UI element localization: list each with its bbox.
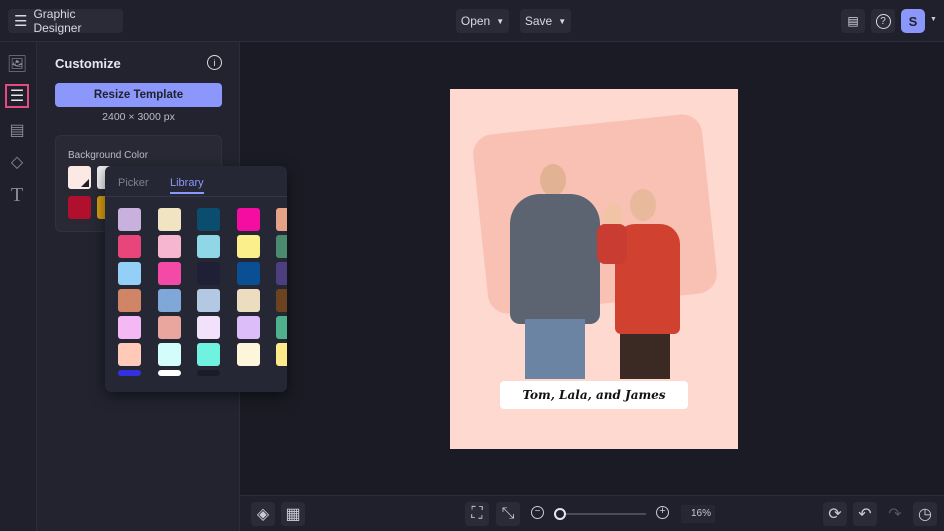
- canvas-area: Tom, Lala, and James: [240, 42, 944, 495]
- caption-text: Tom, Lala, and James: [522, 388, 666, 402]
- avatar-initial: S: [908, 13, 918, 29]
- color-swatch[interactable]: [157, 343, 181, 366]
- open-label: Open: [460, 14, 491, 28]
- caption-banner: Tom, Lala, and James: [500, 381, 688, 409]
- color-swatch[interactable]: [197, 208, 221, 231]
- help-button[interactable]: ?: [871, 9, 895, 33]
- color-swatch[interactable]: [197, 316, 221, 339]
- left-nav: 🖼 ☰ ▤ ◇ T: [0, 42, 37, 531]
- save-label: Save: [524, 14, 553, 28]
- color-swatch[interactable]: [157, 208, 181, 231]
- color-swatch[interactable]: [118, 289, 141, 312]
- color-swatch[interactable]: [157, 289, 181, 312]
- undo-button[interactable]: ↶: [853, 502, 877, 526]
- zoom-slider-handle[interactable]: [554, 508, 566, 520]
- color-swatch[interactable]: [276, 343, 287, 366]
- color-swatch[interactable]: [276, 289, 287, 312]
- refresh-icon: ⟳: [828, 506, 842, 523]
- customize-sliders-icon[interactable]: ☰: [5, 84, 29, 108]
- color-swatch[interactable]: [197, 289, 221, 312]
- design-canvas[interactable]: Tom, Lala, and James: [450, 89, 738, 449]
- color-swatch[interactable]: [276, 208, 287, 231]
- tab-picker[interactable]: Picker: [118, 177, 149, 189]
- bottom-toolbar: ◈ ▦ ⛶ ⤡ − + 16% ⟳ ↶ ↷ ◷: [240, 495, 944, 531]
- color-swatch[interactable]: [157, 370, 181, 376]
- layers-button[interactable]: ◈: [251, 502, 275, 526]
- text-icon[interactable]: T: [5, 183, 29, 207]
- color-swatch[interactable]: [118, 262, 141, 285]
- avatar[interactable]: S: [901, 9, 925, 33]
- comments-button[interactable]: ▤: [841, 9, 865, 33]
- images-icon[interactable]: 🖼: [5, 52, 29, 76]
- resize-template-button[interactable]: Resize Template: [55, 83, 222, 107]
- expand-icon: ⛶: [471, 505, 483, 522]
- color-swatch[interactable]: [118, 235, 141, 258]
- color-swatch[interactable]: [276, 262, 287, 285]
- color-swatch[interactable]: [118, 343, 141, 366]
- history-button[interactable]: ◷: [913, 502, 937, 526]
- color-swatch[interactable]: [236, 235, 260, 258]
- app-title: Graphic Designer: [33, 7, 82, 35]
- hamburger-icon: ☰: [14, 13, 28, 30]
- history-icon: ◷: [918, 506, 932, 523]
- zoom-out-icon[interactable]: −: [531, 506, 544, 519]
- background-color-label: Background Color: [68, 150, 149, 161]
- chevron-down-icon: ▼: [496, 16, 505, 26]
- shrink-icon: ⤡: [501, 505, 515, 522]
- color-swatch[interactable]: [276, 235, 287, 258]
- color-swatch[interactable]: [118, 316, 141, 339]
- color-swatch[interactable]: [197, 343, 221, 366]
- color-swatch[interactable]: [236, 316, 260, 339]
- color-swatch[interactable]: [236, 343, 260, 366]
- color-swatch[interactable]: [157, 262, 181, 285]
- color-swatch[interactable]: [157, 316, 181, 339]
- color-swatch[interactable]: [236, 208, 260, 231]
- color-swatch[interactable]: [276, 316, 287, 339]
- fullscreen-button[interactable]: ⛶: [465, 502, 489, 526]
- zoom-in-icon[interactable]: +: [656, 506, 669, 519]
- layout-icon[interactable]: ▤: [5, 118, 29, 142]
- redo-button[interactable]: ↷: [883, 502, 907, 526]
- grid-button[interactable]: ▦: [281, 502, 305, 526]
- color-swatch[interactable]: [197, 370, 221, 376]
- color-swatch[interactable]: [236, 289, 260, 312]
- grid-icon: ▦: [285, 506, 301, 523]
- color-palette-popup: Picker Library: [105, 166, 287, 392]
- info-icon[interactable]: i: [207, 55, 222, 70]
- color-swatch[interactable]: [118, 208, 141, 231]
- color-swatch[interactable]: [197, 262, 221, 285]
- fit-button[interactable]: ⤡: [496, 502, 520, 526]
- undo-icon: ↶: [858, 506, 872, 523]
- family-illustration: [505, 144, 695, 384]
- color-swatch[interactable]: [197, 235, 221, 258]
- dimensions-text: 2400 × 3000 px: [102, 111, 175, 123]
- chevron-down-icon[interactable]: ▼: [930, 16, 937, 23]
- redo-icon: ↷: [888, 506, 902, 523]
- red-swatch[interactable]: [68, 196, 91, 219]
- layers-icon: ◈: [256, 506, 270, 523]
- color-swatch[interactable]: [236, 262, 260, 285]
- comment-icon: ▤: [847, 14, 859, 28]
- menu-button[interactable]: ☰ Graphic Designer: [8, 7, 123, 35]
- zoom-slider[interactable]: [554, 508, 646, 520]
- help-icon: ?: [875, 13, 891, 29]
- color-swatch[interactable]: [118, 370, 141, 376]
- panel-title: Customize: [55, 56, 121, 71]
- current-color-swatch[interactable]: [68, 166, 91, 189]
- tab-library[interactable]: Library: [170, 177, 204, 194]
- color-swatch[interactable]: [157, 235, 181, 258]
- sync-button[interactable]: ⟳: [823, 502, 847, 526]
- save-button[interactable]: Save ▼: [520, 9, 571, 33]
- elements-icon[interactable]: ◇: [5, 150, 29, 174]
- open-button[interactable]: Open ▼: [456, 9, 509, 33]
- top-bar: ☰ Graphic Designer Open ▼ Save ▼ ▤ ? S ▼: [0, 0, 944, 42]
- zoom-level[interactable]: 16%: [681, 505, 715, 523]
- chevron-down-icon: ▼: [558, 16, 567, 26]
